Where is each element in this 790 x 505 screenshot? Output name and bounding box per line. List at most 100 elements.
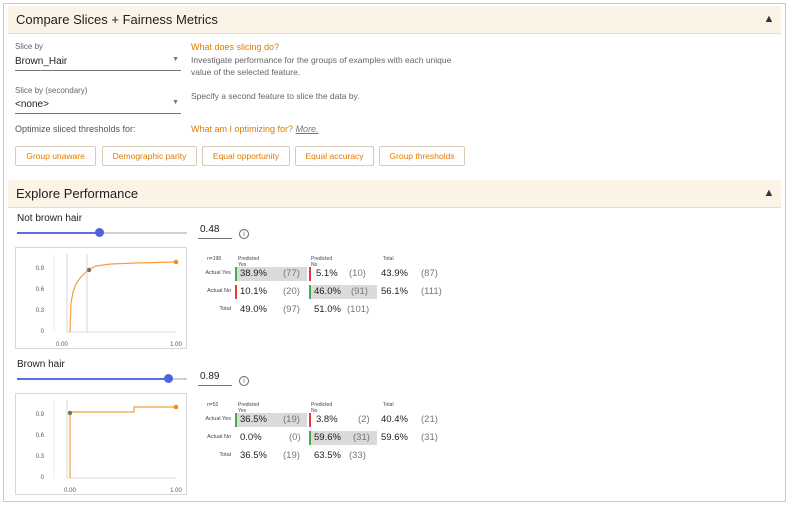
compare-section-header[interactable]: Compare Slices + Fairness Metrics ▲ xyxy=(8,6,781,34)
cell-percent: 36.5% xyxy=(240,414,267,425)
row-label-actual-no: Actual No xyxy=(207,434,231,440)
cell-percent: 59.6% xyxy=(314,432,341,443)
threshold-value: 0.48 xyxy=(200,224,220,235)
y-tick-label: 0 xyxy=(41,475,45,481)
cell-actual-yes-predicted-no: 5.1% (10) xyxy=(313,267,377,281)
threshold-input[interactable]: 0.48 xyxy=(198,224,232,239)
slider-thumb[interactable] xyxy=(95,228,104,237)
chevron-up-icon[interactable]: ▲ xyxy=(761,11,777,27)
cell-count: (101) xyxy=(347,304,370,315)
cell-count: (19) xyxy=(283,414,300,425)
threshold-slider[interactable] xyxy=(17,374,187,383)
roc-end-point xyxy=(173,259,179,265)
optimize-help-title: What am I optimizing for? xyxy=(191,124,294,134)
cell-actual-no-predicted-no: 46.0% (91) xyxy=(311,285,377,299)
slider-fill xyxy=(17,378,168,380)
cell-actual-yes-predicted-yes: 38.9% (77) xyxy=(237,267,307,281)
cell-percent: 56.1% xyxy=(381,286,408,297)
cell-actual-yes-total: 43.9% (87) xyxy=(378,267,448,281)
slice-help-text-1: Investigate performance for the groups o… xyxy=(191,55,452,65)
cell-count: (33) xyxy=(349,450,366,461)
secondary-help-text: Specify a second feature to slice the da… xyxy=(191,91,360,101)
cell-actual-yes-total: 40.4% (21) xyxy=(378,413,448,427)
slider-fill xyxy=(17,232,99,234)
cell-percent: 40.4% xyxy=(381,414,408,425)
y-tick-label: 0.9 xyxy=(36,412,45,418)
group-unaware-button[interactable]: Group unaware xyxy=(15,146,96,166)
n-count: n=52 xyxy=(207,402,219,408)
explore-section-title: Explore Performance xyxy=(16,186,139,201)
cell-percent: 3.8% xyxy=(316,414,338,425)
group-title: Brown hair xyxy=(17,359,65,370)
info-icon[interactable]: i xyxy=(239,229,249,239)
cell-count: (87) xyxy=(421,268,438,279)
cell-count: (2) xyxy=(358,414,370,425)
false-negative-marker xyxy=(309,413,311,427)
row-label-total: Total xyxy=(219,306,231,312)
cell-actual-yes-predicted-yes: 36.5% (19) xyxy=(237,413,307,427)
slider-thumb[interactable] xyxy=(164,374,173,383)
cell-total-predicted-yes: 49.0% (97) xyxy=(237,303,307,317)
slice-by-secondary-label: Slice by (secondary) xyxy=(15,86,88,95)
cell-percent: 59.6% xyxy=(381,432,408,443)
false-negative-marker xyxy=(309,267,311,281)
cell-percent: 38.9% xyxy=(240,268,267,279)
cell-count: (19) xyxy=(283,450,300,461)
row-label-total: Total xyxy=(219,452,231,458)
slice-help-text-2: value of the selected feature. xyxy=(191,67,301,77)
cell-percent: 0.0% xyxy=(240,432,262,443)
cell-percent: 46.0% xyxy=(314,286,341,297)
info-icon[interactable]: i xyxy=(239,376,249,386)
roc-end-point xyxy=(173,404,179,410)
roc-chart-not-brown-hair: 0.9 0.6 0.3 0 0.00 1.00 xyxy=(15,247,187,349)
demographic-parity-button[interactable]: Demographic parity xyxy=(102,146,197,166)
chevron-up-icon[interactable]: ▲ xyxy=(761,185,777,201)
n-count: n=198 xyxy=(207,256,222,262)
slice-by-secondary-select[interactable]: <none> ▼ xyxy=(15,97,181,114)
roc-curve xyxy=(69,406,176,478)
y-tick-label: 0 xyxy=(41,329,45,335)
cell-percent: 63.5% xyxy=(314,450,341,461)
cell-actual-no-total: 56.1% (111) xyxy=(378,285,448,299)
row-label-actual-yes: Actual Yes xyxy=(205,270,231,276)
more-link[interactable]: More. xyxy=(296,124,319,134)
cell-actual-no-predicted-yes: 0.0% (0) xyxy=(237,431,307,445)
x-tick-label: 1.00 xyxy=(170,488,182,494)
cell-count: (0) xyxy=(289,432,301,443)
explore-section-header[interactable]: Explore Performance ▲ xyxy=(8,180,781,208)
threshold-value: 0.89 xyxy=(200,371,220,382)
slice-by-value: Brown_Hair xyxy=(15,56,68,67)
group-title: Not brown hair xyxy=(17,213,83,224)
threshold-point xyxy=(86,267,92,273)
row-label-actual-yes: Actual Yes xyxy=(205,416,231,422)
slice-help-title: What does slicing do? xyxy=(191,42,280,52)
threshold-slider[interactable] xyxy=(17,228,187,237)
cell-total-predicted-no: 63.5% (33) xyxy=(311,449,377,463)
cell-actual-yes-predicted-no: 3.8% (2) xyxy=(313,413,377,427)
cell-actual-no-predicted-yes: 10.1% (20) xyxy=(237,285,307,299)
y-tick-label: 0.3 xyxy=(36,308,45,314)
equal-opportunity-button[interactable]: Equal opportunity xyxy=(202,146,290,166)
cell-total-predicted-yes: 36.5% (19) xyxy=(237,449,307,463)
caret-down-icon: ▼ xyxy=(172,56,179,63)
cell-count: (111) xyxy=(421,286,442,297)
y-tick-label: 0.3 xyxy=(36,454,45,460)
roc-chart-svg: 0.9 0.6 0.3 0 0.00 1.00 xyxy=(36,254,182,348)
cell-total-predicted-no: 51.0% (101) xyxy=(311,303,377,317)
equal-accuracy-button[interactable]: Equal accuracy xyxy=(295,146,374,166)
app-frame: Compare Slices + Fairness Metrics ▲ Slic… xyxy=(3,3,786,502)
slice-by-select[interactable]: Brown_Hair ▼ xyxy=(15,54,181,71)
group-thresholds-button[interactable]: Group thresholds xyxy=(379,146,465,166)
caret-down-icon: ▼ xyxy=(172,99,179,106)
roc-chart-brown-hair: 0.9 0.6 0.3 0 0.00 1.00 xyxy=(15,393,187,495)
threshold-input[interactable]: 0.89 xyxy=(198,371,232,386)
row-label-actual-no: Actual No xyxy=(207,288,231,294)
x-tick-label: 1.00 xyxy=(170,342,182,348)
x-tick-label: 0.00 xyxy=(56,342,68,348)
slice-by-label: Slice by xyxy=(15,42,44,51)
compare-section-title: Compare Slices + Fairness Metrics xyxy=(16,12,218,27)
y-tick-label: 0.9 xyxy=(36,266,45,272)
y-tick-label: 0.6 xyxy=(36,287,45,293)
x-tick-label: 0.00 xyxy=(64,488,76,494)
optimize-help: What am I optimizing for? More. xyxy=(191,124,319,134)
